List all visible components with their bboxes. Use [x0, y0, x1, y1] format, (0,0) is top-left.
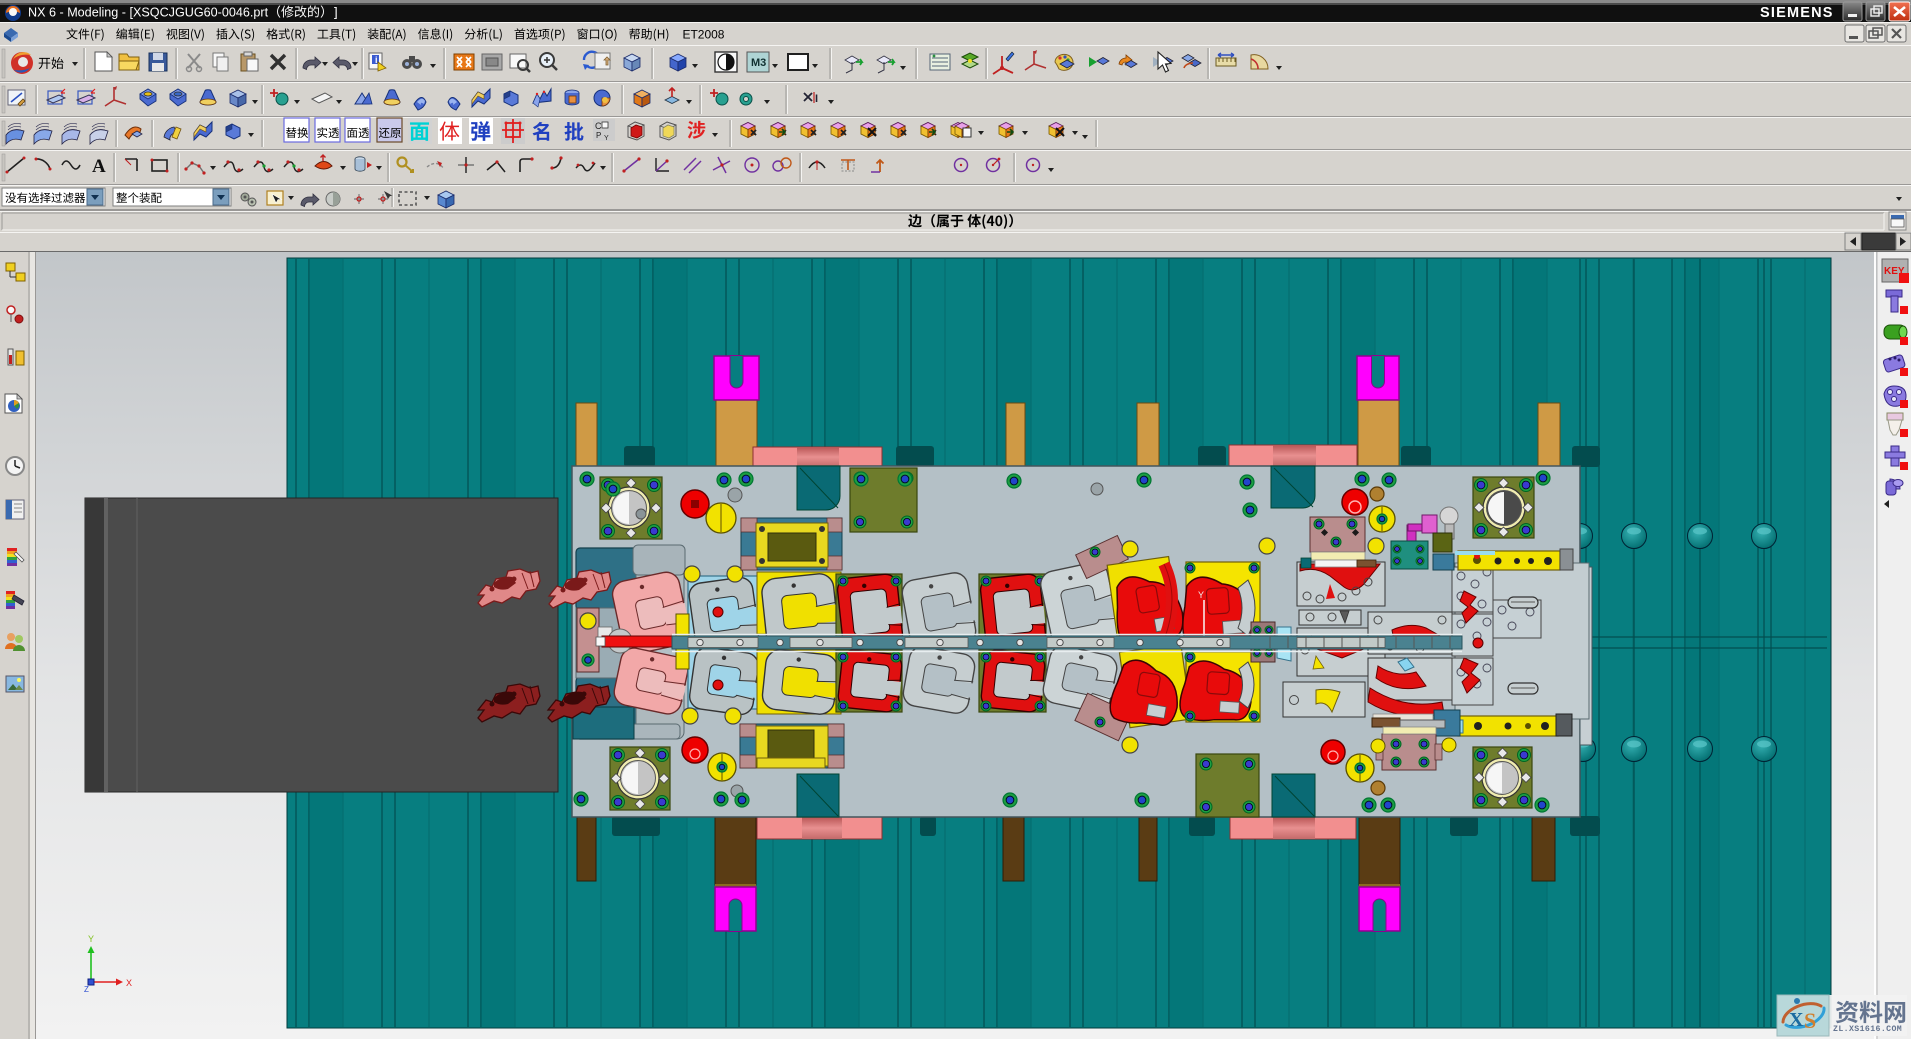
svg-text:ET2008: ET2008 [682, 28, 724, 42]
svg-text:i: i [375, 55, 378, 65]
svg-text:C: C [595, 121, 602, 131]
svg-text:NX 6 - Modeling - [XSQCJGUG60-: NX 6 - Modeling - [XSQCJGUG60-0046.prt [28, 6, 269, 20]
svg-text:SIEMENS: SIEMENS [1760, 5, 1834, 21]
svg-text:Z: Z [84, 985, 89, 994]
svg-text:Y: Y [1198, 590, 1204, 600]
svg-text:Y: Y [604, 135, 609, 142]
svg-text:P: P [596, 131, 601, 140]
svg-text:X: X [126, 978, 132, 988]
svg-text:ZL.XS1616.COM: ZL.XS1616.COM [1833, 1025, 1902, 1034]
svg-text:]: ] [334, 5, 338, 20]
svg-text:M3: M3 [751, 57, 766, 69]
svg-text:Y: Y [88, 934, 94, 944]
svg-text:X: X [1789, 1009, 1804, 1031]
svg-text:S: S [1804, 1008, 1816, 1033]
svg-text:A: A [92, 156, 106, 177]
svg-text:I: I [815, 93, 818, 105]
